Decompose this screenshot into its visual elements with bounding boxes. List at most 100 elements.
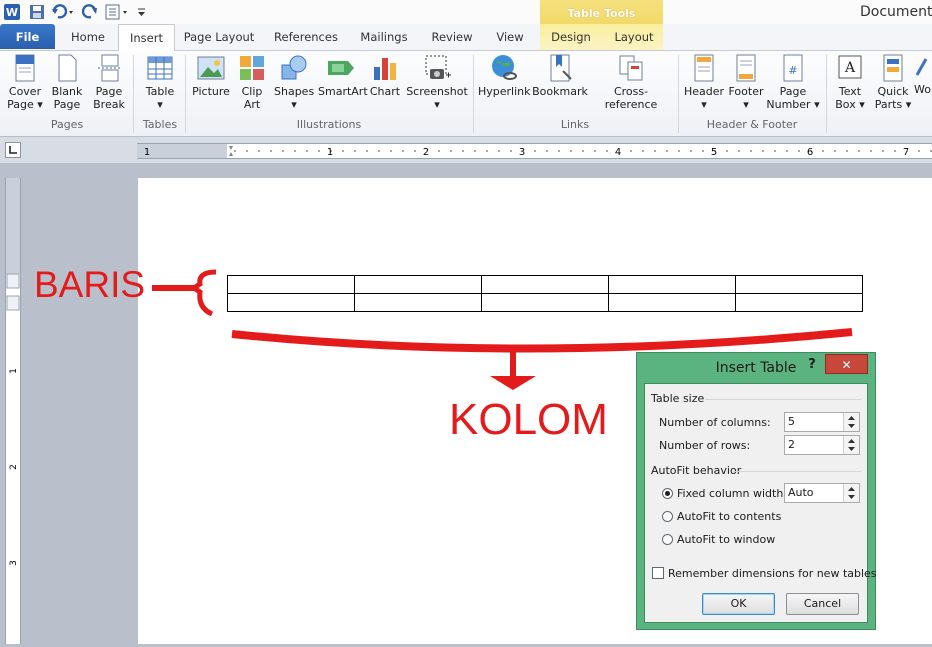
ribbon-separator [826,55,827,133]
tab-review[interactable]: Review [428,24,476,50]
undo-icon[interactable] [50,3,73,21]
section-divider [705,399,861,400]
columns-spinner[interactable]: 5 [784,412,860,432]
document-table[interactable] [227,275,863,312]
tab-mailings[interactable]: Mailings [356,24,412,50]
fixed-width-radio[interactable] [662,488,673,499]
customize-qat-icon[interactable] [136,3,154,21]
baris-annotation-label: BARIS [34,264,146,305]
tab-layout[interactable]: Layout [608,24,660,50]
spinner-arrows-icon[interactable] [843,413,859,431]
section-divider [733,471,861,472]
tab-file[interactable]: File [0,24,55,49]
table-cell[interactable] [481,275,609,294]
spinner-arrows-icon[interactable] [843,436,859,454]
remember-dimensions-checkbox[interactable] [652,567,664,579]
indent-marker[interactable] [229,146,233,156]
tab-home[interactable]: Home [64,24,112,50]
rows-spinner[interactable]: 2 [784,435,860,455]
autofit-contents-radio[interactable] [662,511,673,522]
clip-art-button[interactable]: Clip Art [236,53,268,111]
table-cell[interactable] [481,293,609,312]
page-number-button[interactable]: # Page Number ▾ [766,53,820,111]
clip-art-label-1: Clip [241,85,263,98]
footer-button[interactable]: Footer ▾ [726,53,766,111]
svg-text:#: # [788,64,797,77]
tab-view[interactable]: View [490,24,530,50]
picture-button[interactable]: Picture [190,53,232,98]
shapes-button[interactable]: Shapes ▾ [274,53,314,111]
screenshot-dropdown-arrow: ▾ [434,98,440,111]
ruler-number: 2 [423,147,429,158]
chart-label: Chart [369,85,401,98]
ruler-number: 2 [9,464,19,470]
kolom-annotation-label: KOLOM [449,395,608,444]
redo-icon[interactable] [81,3,100,21]
cross-reference-label: Cross-reference [604,85,658,111]
cross-reference-button[interactable]: Cross-reference [590,53,672,111]
footer-icon [731,53,761,83]
table-button[interactable]: Table ▾ [140,53,180,111]
print-layout-icon[interactable] [104,3,127,21]
table-cell[interactable] [227,293,355,312]
columns-label: Number of columns: [659,416,771,429]
insert-table-dialog: Insert Table ? ✕ Table size Number of co… [636,352,877,630]
tab-insert[interactable]: Insert [118,24,175,51]
header-dropdown-arrow: ▾ [701,98,707,111]
horizontal-ruler[interactable]: 1 2 3 4 5 6 7 1 [137,143,932,159]
svg-text:W: W [6,6,18,19]
smartart-label: SmartArt [318,85,368,98]
cover-page-label-2: Page ▾ [7,98,43,111]
cover-page-button[interactable]: Cover Page ▾ [6,53,44,111]
bookmark-button[interactable]: Bookmark [532,53,588,98]
table-row-marker[interactable] [6,273,20,289]
save-icon[interactable] [28,3,46,21]
cancel-button[interactable]: Cancel [786,593,859,615]
spinner-arrows-icon[interactable] [843,484,859,502]
table-cell[interactable] [227,275,355,294]
page-number-label-1: Page [779,85,807,98]
table-cell[interactable] [735,293,863,312]
page-break-label-1: Page [95,85,123,98]
tab-references[interactable]: References [270,24,342,50]
blank-page-label-1: Blank [51,85,83,98]
table-cell[interactable] [735,275,863,294]
ribbon-separator [678,55,679,133]
wordart-button[interactable]: Wo [914,53,932,96]
word-app-icon[interactable]: W [3,3,21,21]
table-cell[interactable] [608,293,736,312]
autofit-window-label: AutoFit to window [677,533,776,546]
page-number-icon: # [778,53,808,83]
hyperlink-button[interactable]: Hyperlink [478,53,531,98]
table-row [227,293,863,312]
vertical-ruler-scale: 1 2 3 [6,178,20,566]
table-row-marker[interactable] [6,295,20,311]
table-cell[interactable] [354,293,482,312]
autofit-window-radio[interactable] [662,534,673,545]
tab-design[interactable]: Design [546,24,596,50]
page-break-button[interactable]: Page Break [90,53,128,111]
chart-button[interactable]: Chart [368,53,402,98]
help-button[interactable]: ? [801,357,823,375]
tab-page-layout[interactable]: Page Layout [180,24,258,50]
table-cell[interactable] [354,275,482,294]
ok-button[interactable]: OK [702,593,775,615]
smartart-button[interactable]: SmartArt [318,53,368,98]
header-button[interactable]: Header ▾ [683,53,725,111]
tab-selector[interactable] [5,142,21,158]
text-box-button[interactable]: A Text Box ▾ [830,53,870,111]
screenshot-button[interactable]: Screenshot ▾ [406,53,468,111]
quick-parts-button[interactable]: Quick Parts ▾ [873,53,913,111]
header-icon [689,53,719,83]
table-cell[interactable] [608,275,736,294]
ribbon-separator [473,55,474,133]
quick-parts-label-1: Quick [877,85,909,98]
blank-page-button[interactable]: Blank Page [48,53,86,111]
close-button[interactable]: ✕ [825,354,868,374]
quick-parts-icon [878,53,908,83]
picture-label: Picture [192,85,230,98]
vertical-ruler[interactable]: 1 2 3 [5,178,21,644]
smartart-icon [326,53,356,83]
group-label-pages: Pages [50,118,84,131]
fixed-width-spinner[interactable]: Auto [784,483,860,503]
